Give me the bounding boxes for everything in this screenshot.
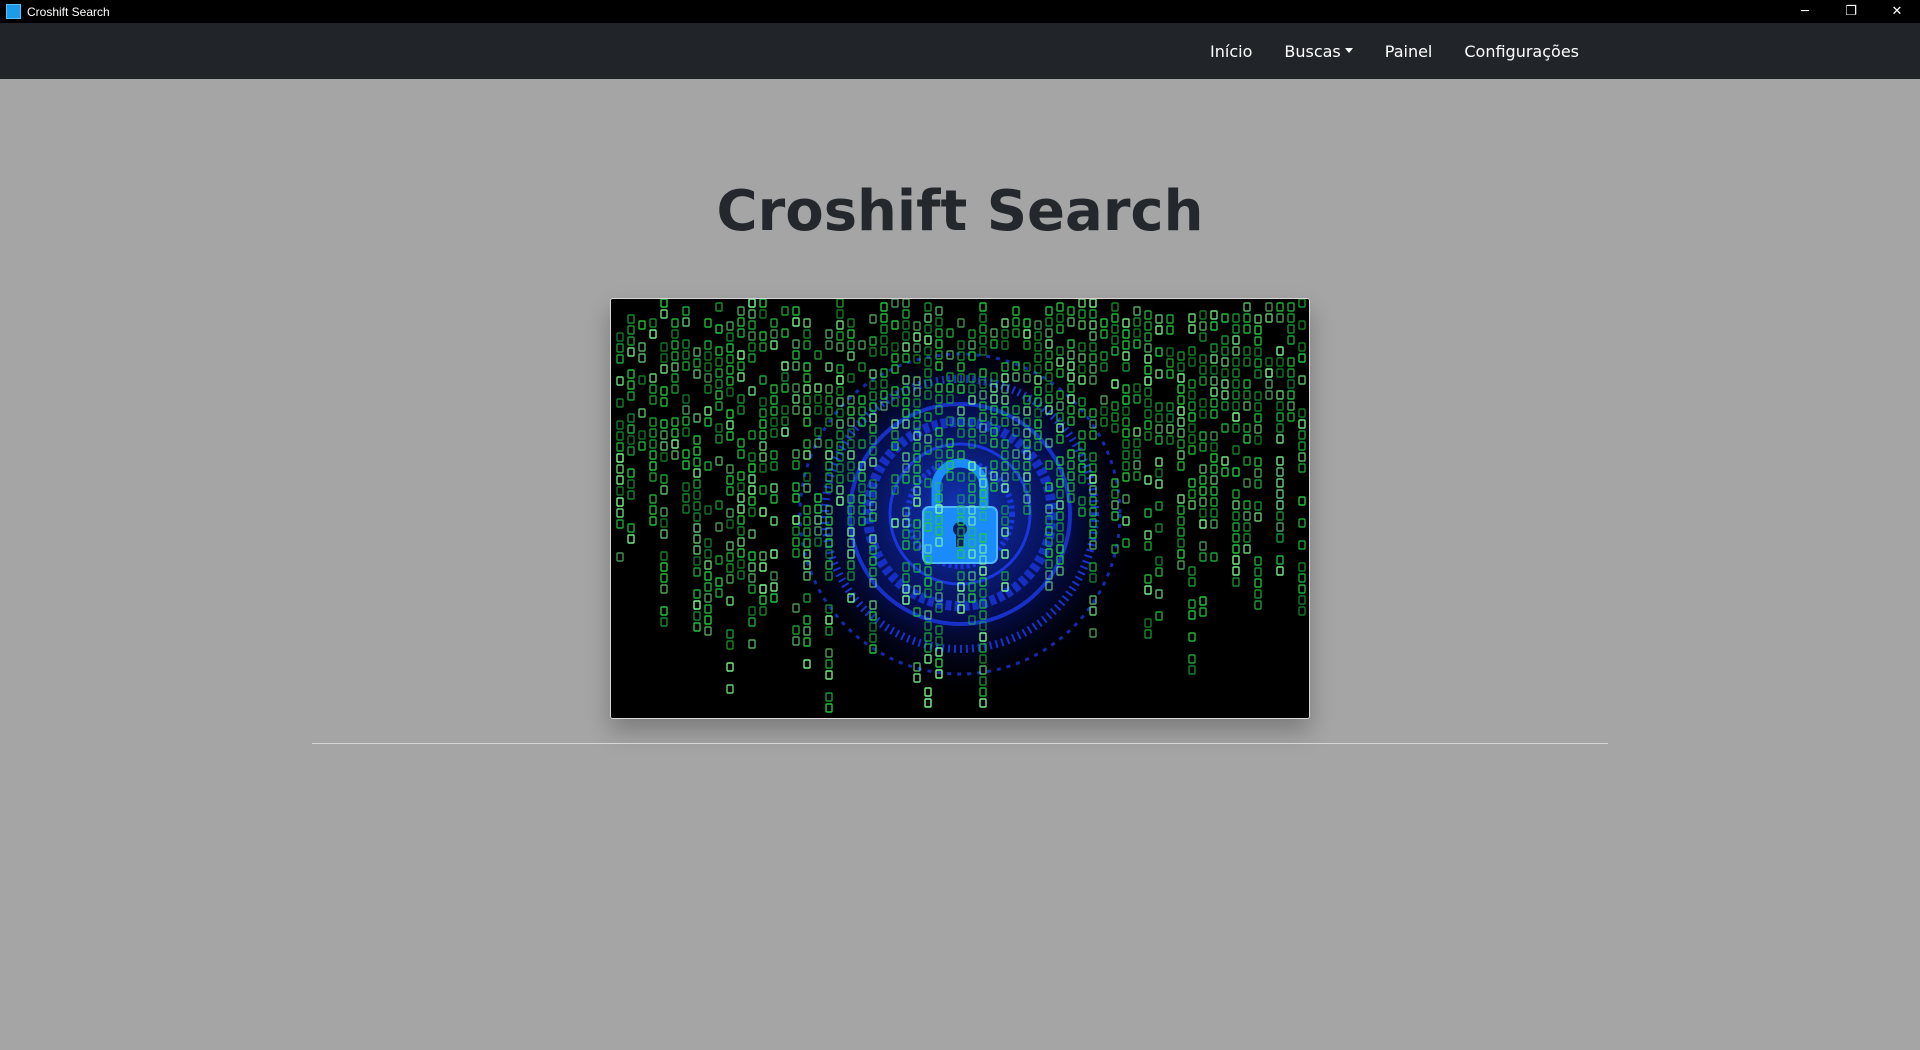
nav-link-label: Início — [1210, 41, 1253, 61]
nav-link-configuracoes[interactable]: Configurações — [1448, 42, 1595, 61]
nav-links: Início Buscas Painel Configurações — [1194, 23, 1595, 79]
window-controls: ─ ❐ ✕ — [1782, 0, 1920, 23]
nav-link-label: Configurações — [1464, 41, 1579, 61]
window-titlebar: Croshift Search ─ ❐ ✕ — [0, 0, 1920, 23]
nav-link-label: Painel — [1384, 41, 1433, 61]
hero-image — [610, 298, 1310, 719]
close-button[interactable]: ✕ — [1874, 0, 1920, 23]
nav-link-label: Buscas — [1284, 41, 1341, 61]
app-icon — [6, 4, 21, 19]
page-title: Croshift Search — [716, 179, 1204, 244]
section-divider — [312, 743, 1608, 744]
nav-link-painel[interactable]: Painel — [1369, 42, 1449, 61]
nav-link-inicio[interactable]: Início — [1194, 42, 1268, 61]
restore-button[interactable]: ❐ — [1828, 0, 1874, 23]
cyber-security-illustration — [611, 299, 1309, 718]
top-navbar: Início Buscas Painel Configurações — [0, 23, 1920, 79]
nav-dropdown-buscas[interactable]: Buscas — [1268, 42, 1368, 61]
caret-down-icon — [1344, 47, 1353, 53]
window-title: Croshift Search — [27, 4, 110, 19]
minimize-button[interactable]: ─ — [1782, 0, 1828, 23]
